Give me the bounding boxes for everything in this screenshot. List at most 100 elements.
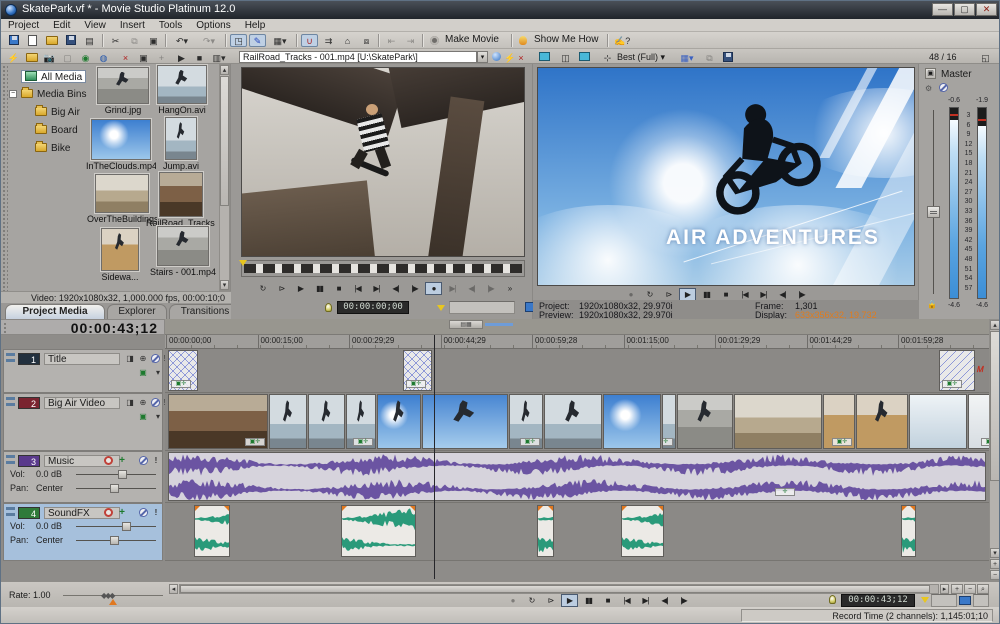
undo-icon[interactable]: ↶▾ xyxy=(170,34,194,47)
soundfx-clip[interactable] xyxy=(537,505,554,557)
ignore-grouping-icon[interactable]: ⧈ xyxy=(358,34,375,47)
media-play-icon[interactable]: ▶ xyxy=(173,51,190,64)
extract-audio-icon[interactable]: ◉ xyxy=(77,51,94,64)
track-fx-icon[interactable]: ⊕ xyxy=(137,354,149,365)
redo-icon[interactable]: ↷▾ xyxy=(197,34,221,47)
preview-external-monitor-icon[interactable] xyxy=(577,51,592,64)
maximize-button[interactable]: ▢ xyxy=(954,3,975,16)
video-clip[interactable] xyxy=(544,394,602,449)
fade-handle[interactable] xyxy=(902,506,907,511)
envelope-tool-icon[interactable]: ✎ xyxy=(249,34,266,47)
track-minimize-icon[interactable] xyxy=(6,353,15,362)
trimmer-bulb-icon[interactable] xyxy=(325,303,332,312)
tab-project-media[interactable]: Project Media xyxy=(5,304,105,319)
timeline-vscrollbar[interactable]: ▴ ▾ + − xyxy=(989,319,1000,581)
track-header-music[interactable]: 3Music+!Vol:0.0 dBPan:Center xyxy=(3,451,163,503)
play-all-button[interactable]: ⊳ xyxy=(273,283,290,296)
video-clip[interactable]: ▣✛ xyxy=(662,394,676,449)
go-end-button[interactable]: ▶| xyxy=(444,283,461,296)
video-clip[interactable]: ▣✛ xyxy=(346,394,376,449)
media-scrollbar[interactable]: ▴ ▾ xyxy=(219,64,230,291)
video-clip[interactable] xyxy=(377,394,421,449)
media-stop-icon[interactable]: ■ xyxy=(191,51,208,64)
soundfx-clip[interactable] xyxy=(901,505,916,557)
selection-tool-icon[interactable]: ▦▾ xyxy=(268,34,292,47)
go-start-button[interactable]: |◀ xyxy=(349,283,366,296)
tree-item-all-media[interactable]: All Media xyxy=(21,70,86,83)
preview-overlay-icon[interactable]: ⊹ xyxy=(599,51,616,64)
trimmer-video-frame[interactable] xyxy=(241,67,525,257)
media-thumb[interactable] xyxy=(95,174,149,213)
track-minimize-icon[interactable] xyxy=(6,455,15,464)
make-child-icon[interactable]: ▾ xyxy=(152,412,164,423)
mute-icon[interactable] xyxy=(149,398,161,409)
timeline-ruler[interactable]: 00:00:00;0000:00:15;0000:00:29;2900:00:4… xyxy=(165,335,989,349)
soundfx-clip[interactable] xyxy=(621,505,664,557)
master-fx-icon[interactable]: ⚙ xyxy=(925,84,932,93)
clip-move-icon[interactable]: ✛ xyxy=(775,488,795,496)
paste-icon[interactable]: ▣ xyxy=(145,34,162,47)
media-thumb[interactable] xyxy=(91,119,151,160)
track-header-title[interactable]: 1Title◨⊕!▣▾ xyxy=(3,349,163,393)
selection-end-box[interactable] xyxy=(973,594,989,607)
trimmer-file-dropdown[interactable]: RailRoad_Tracks - 001.mp4 [U:\SkatePark\… xyxy=(239,51,477,63)
media-thumb[interactable] xyxy=(97,67,149,104)
track-minimize-icon[interactable] xyxy=(6,397,15,406)
tree-item-board[interactable]: Board xyxy=(35,124,78,137)
trimmer-selection-start-box[interactable] xyxy=(449,301,515,314)
compositing-mode-icon[interactable]: ▣ xyxy=(137,368,149,379)
tree-item-media-bins[interactable]: Media Bins xyxy=(21,88,86,101)
preview-grid-icon[interactable]: ▦▾ xyxy=(677,51,697,64)
menu-project[interactable]: Project xyxy=(1,19,46,32)
minimize-button[interactable]: — xyxy=(932,3,953,16)
video-clip[interactable] xyxy=(269,394,307,449)
play-button[interactable]: ▶ xyxy=(292,283,309,296)
media-lightning-icon[interactable]: ⚡ xyxy=(5,51,22,64)
video-clip[interactable]: ▣✛ xyxy=(168,394,268,449)
fade-handle[interactable] xyxy=(224,506,229,511)
menu-tools[interactable]: Tools xyxy=(152,19,189,32)
media-views-icon[interactable]: ▥▾ xyxy=(209,51,229,64)
prev-frame-button[interactable]: ◀| xyxy=(463,283,480,296)
title-clip[interactable]: ▣✛ xyxy=(939,350,975,391)
cut-icon[interactable]: ✂ xyxy=(107,34,124,47)
master-button[interactable]: ▣ xyxy=(925,68,936,79)
preview-split-icon[interactable]: ◫ xyxy=(557,51,574,64)
soundfx-clip[interactable] xyxy=(194,505,230,557)
menu-help[interactable]: Help xyxy=(238,19,273,32)
hscroll-right-arrow[interactable]: ▸ xyxy=(940,584,949,594)
menu-insert[interactable]: Insert xyxy=(113,19,152,32)
menu-view[interactable]: View xyxy=(77,19,113,32)
marker-bar[interactable]: ▤▦ xyxy=(165,319,989,335)
track-header-big-air-video[interactable]: 2Big Air Video◨⊕!▣▾ xyxy=(3,393,163,451)
preview-monitor-icon[interactable] xyxy=(537,51,552,64)
track-minimize-icon[interactable] xyxy=(6,507,15,516)
clip-pan-crop-icon[interactable]: ▣✛ xyxy=(662,438,673,446)
track-fx-icon[interactable]: + xyxy=(116,508,128,519)
vol-slider[interactable] xyxy=(76,526,156,527)
solo-icon[interactable]: ! xyxy=(152,456,160,467)
media-thumb[interactable] xyxy=(165,117,197,160)
media-thumb[interactable] xyxy=(157,226,209,266)
selection-start-box[interactable] xyxy=(931,594,957,607)
fade-handle[interactable] xyxy=(548,506,553,511)
properties-icon[interactable]: ▤ xyxy=(81,34,98,47)
import-media-icon[interactable] xyxy=(23,51,40,64)
loop-region-icon[interactable] xyxy=(959,596,971,605)
prev-frame-button[interactable]: ◀| xyxy=(387,283,404,296)
timeline-zoom-slider[interactable] xyxy=(485,323,513,326)
loop-button[interactable]: ↻ xyxy=(254,283,271,296)
tree-expander[interactable]: − xyxy=(9,90,17,98)
media-properties-icon[interactable]: ▣ xyxy=(135,51,152,64)
get-photo-icon[interactable]: ▢ xyxy=(59,51,76,64)
open-icon[interactable] xyxy=(43,34,60,47)
tree-item-big-air[interactable]: Big Air xyxy=(35,106,80,119)
record-button[interactable]: ● xyxy=(425,282,442,295)
media-thumb[interactable] xyxy=(101,228,139,271)
media-plus-icon[interactable]: + xyxy=(153,51,170,64)
clip-pan-crop-icon[interactable]: ▣✛ xyxy=(353,438,373,446)
trimmer-orb-icon[interactable] xyxy=(490,51,503,64)
mute-icon[interactable] xyxy=(137,508,149,519)
track-header-soundfx[interactable]: 4SoundFX+!Vol:0.0 dBPan:Center xyxy=(3,503,163,561)
video-clip[interactable] xyxy=(909,394,967,449)
